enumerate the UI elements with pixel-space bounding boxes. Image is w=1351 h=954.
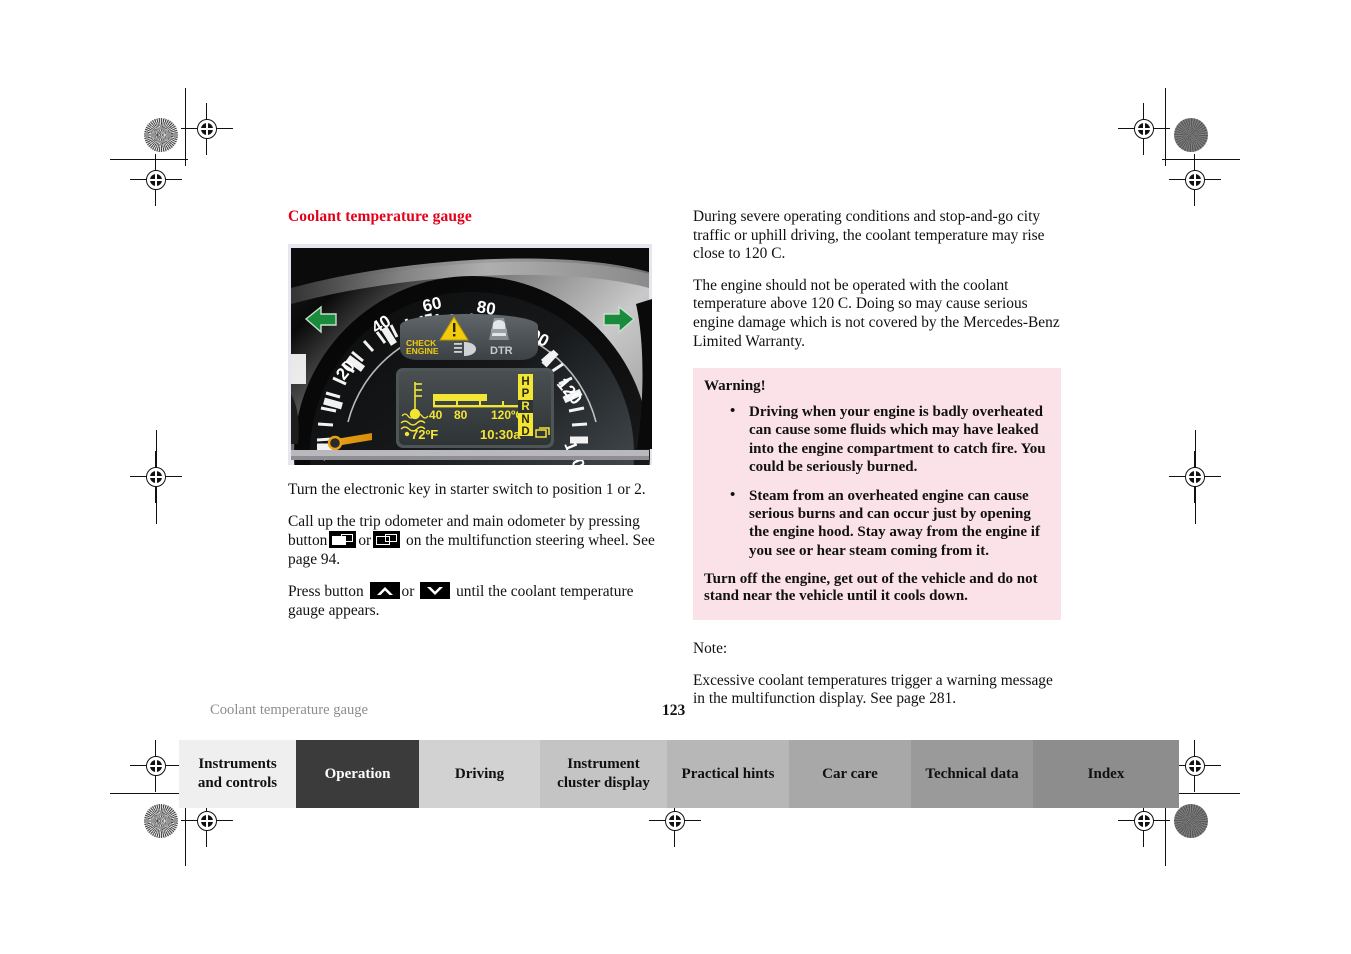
- window-button-outline-icon[interactable]: [373, 531, 401, 549]
- manual-page: Coolant temperature gauge 20 40 60 80 12…: [0, 0, 1351, 954]
- warning-bullet-1: Driving when your engine is badly overhe…: [730, 402, 1047, 476]
- instrument-cluster-svg: 20 40 60 80 100 120 140 mph: [288, 244, 652, 465]
- lcd-scale-80: 80: [454, 408, 468, 422]
- instrument-cluster-figure: 20 40 60 80 100 120 140 mph: [288, 244, 652, 465]
- trim-line-top-right-v: [1165, 88, 1167, 166]
- screen-angle-mark-top-right: [1174, 118, 1208, 152]
- lcd-outside-temp: 72ºF: [411, 427, 438, 442]
- check-engine-line2: ENGINE: [406, 346, 439, 356]
- paragraph-press-button-text-b: or: [401, 583, 415, 601]
- trim-line-top-left-h: [110, 159, 188, 161]
- paragraph-key-position: Turn the electronic key in starter switc…: [288, 481, 646, 498]
- warning-bullet-2: Steam from an overheated engine can caus…: [730, 486, 1047, 560]
- trim-line-top-left-v: [185, 88, 187, 166]
- gear-N: N: [521, 414, 529, 426]
- registration-mark-top-left: [181, 103, 233, 155]
- paragraph-engine-warning: The engine should not be operated with t…: [693, 276, 1060, 350]
- down-chevron-glyph: [427, 586, 444, 595]
- warning-footer: Turn off the engine, get out of the vehi…: [704, 570, 1038, 605]
- page-title: Coolant temperature gauge: [288, 208, 472, 225]
- gear-R: R: [521, 401, 530, 413]
- tab-technical-data[interactable]: Technical data: [911, 740, 1033, 808]
- screen-angle-mark-bottom-left: [144, 804, 178, 838]
- telltale-panel: CHECK ENGINE DTR: [400, 314, 538, 360]
- note-label: Note:: [693, 639, 728, 657]
- multifunction-lcd-display: 40 80 120ºC H P R N D 72ºF 10:30a: [396, 368, 554, 448]
- tab-practical-hints[interactable]: Practical hints: [667, 740, 789, 808]
- tab-instrument-cluster-display[interactable]: Instrument cluster display: [540, 740, 667, 808]
- right-column: During severe operating conditions and s…: [693, 208, 1063, 709]
- tab-operation[interactable]: Operation: [296, 740, 419, 808]
- registration-mark-top-right-2: [1169, 154, 1221, 206]
- tab-driving[interactable]: Driving: [419, 740, 540, 808]
- warning-bullet-list: Driving when your engine is badly overhe…: [704, 402, 1047, 560]
- lcd-clock: 10:30a: [480, 427, 521, 442]
- dtr-label: DTR: [490, 345, 513, 357]
- tab-car-care[interactable]: Car care: [789, 740, 911, 808]
- up-chevron-glyph: [376, 586, 393, 595]
- registration-mark-bottom-left-1: [130, 740, 182, 792]
- trim-line-bottom-left-h: [110, 793, 188, 795]
- warning-box: Warning! Driving when your engine is bad…: [693, 368, 1061, 620]
- footer-section-title: Coolant temperature gauge: [210, 702, 369, 718]
- gear-D: D: [521, 426, 529, 438]
- page-footer: Coolant temperature gauge 123: [210, 702, 1170, 724]
- tab-instruments-and-controls[interactable]: Instruments and controls: [179, 740, 296, 808]
- trim-line-top-right-h: [1162, 159, 1240, 161]
- registration-mark-top-left-2: [130, 154, 182, 206]
- paragraph-trip-odometer: Call up the trip odometer and main odome…: [288, 513, 656, 570]
- check-engine-icon: CHECK ENGINE: [406, 338, 439, 356]
- page-number: 123: [662, 702, 686, 719]
- screen-angle-mark-top-left: [144, 118, 178, 152]
- window-button-filled-icon[interactable]: [329, 531, 357, 549]
- tab-index[interactable]: Index: [1033, 740, 1179, 808]
- screen-angle-mark-bottom-right: [1174, 804, 1208, 838]
- paragraph-severe-conditions: During severe operating conditions and s…: [693, 208, 1045, 263]
- gear-P: P: [522, 388, 530, 400]
- down-arrow-button-icon[interactable]: [420, 582, 451, 600]
- paragraph-trip-odometer-text-b: or: [358, 532, 372, 550]
- lcd-scale-40: 40: [429, 408, 443, 422]
- gear-H: H: [521, 376, 529, 388]
- up-arrow-button-icon[interactable]: [369, 582, 400, 600]
- warning-title: Warning!: [704, 378, 766, 395]
- left-column: Coolant temperature gauge 20 40 60 80 12…: [288, 208, 656, 621]
- trim-line-mid-left: [156, 430, 158, 524]
- section-tab-bar[interactable]: Instruments and controls Operation Driving…: [179, 740, 1179, 808]
- paragraph-press-button-text-a: Press button: [288, 583, 364, 601]
- paragraph-press-button: Press button or until the coolant temper…: [288, 582, 656, 620]
- registration-mark-top-right: [1118, 103, 1170, 155]
- trim-line-mid-right: [1195, 430, 1197, 524]
